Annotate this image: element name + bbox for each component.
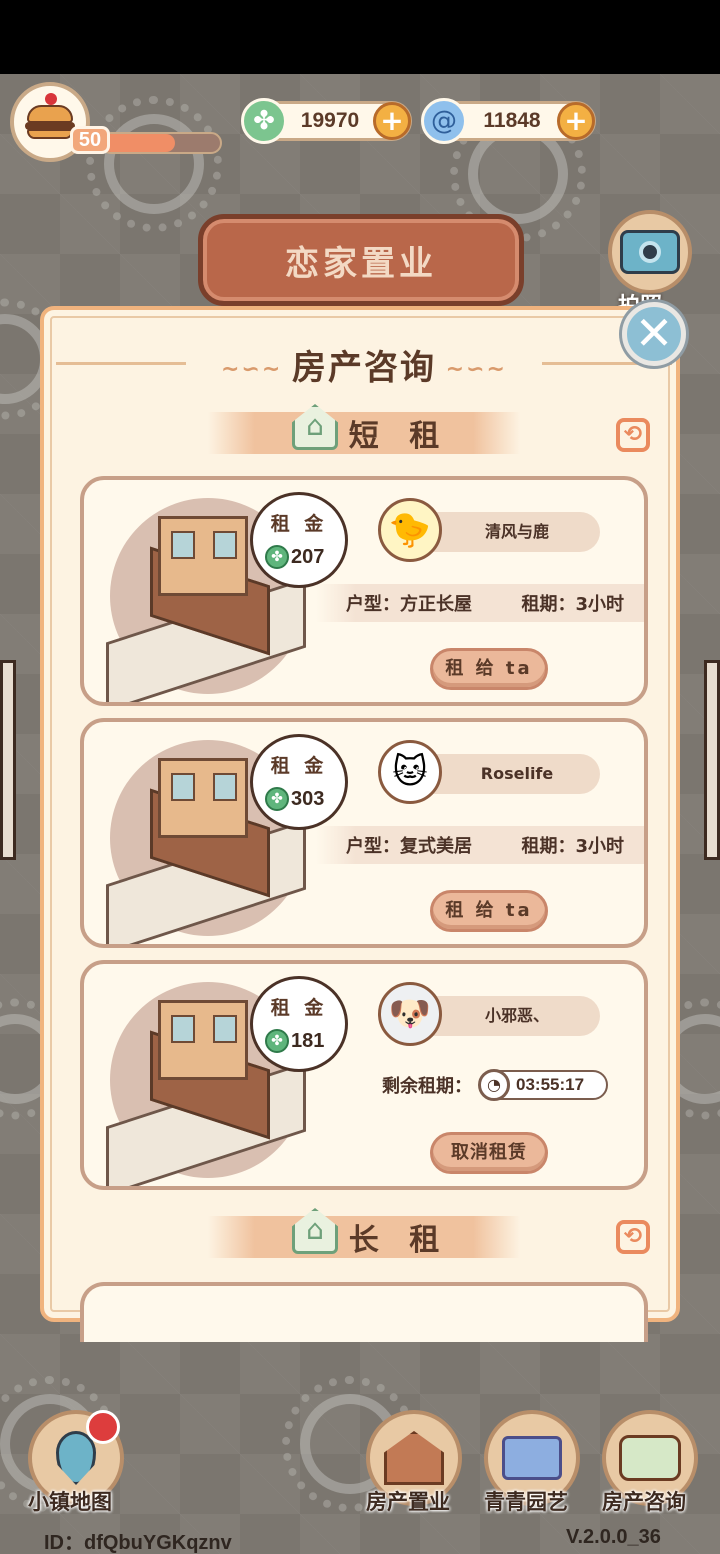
level-badge: 50 [70, 126, 110, 154]
rent-value: 181 [291, 1029, 325, 1052]
rental-card: 租 金 ✤ 181 小邪恶、 🐶 剩余租期： ◔ 03:55:17 取消租赁 [80, 960, 648, 1190]
clover-coin-icon: ✤ [265, 1029, 289, 1053]
clover-value: 19970 [300, 109, 360, 132]
property-info: 户型：复式美居 租期：3小时 [316, 826, 644, 864]
home-icon: ⌂ [292, 1208, 338, 1254]
section-long-term: ⌂ 长 租 [208, 1208, 520, 1258]
refresh-long-term-button[interactable]: ⟲ [616, 1220, 650, 1254]
chick-avatar: 🐤 [378, 498, 442, 562]
sun-decoration [104, 114, 204, 214]
panel-title-text: 房产咨询 [292, 348, 436, 388]
rent-label: 租 金 [270, 755, 328, 777]
add-clover-button[interactable]: + [373, 102, 411, 140]
consult-chat-icon [619, 1435, 681, 1481]
town-map-label: 小镇地图 [28, 1490, 112, 1514]
scene-post-right [704, 660, 720, 860]
rent-bubble: 租 金 ✤ 207 [250, 492, 348, 588]
countdown-timer: ◔ 03:55:17 [478, 1069, 608, 1101]
section-long-term-label: 长 租 [348, 1223, 450, 1258]
rental-card: 租 金 ✤ 303 Roselife 🐱 户型：复式美居 租期：3小时 租 给 t… [80, 718, 648, 948]
burger-icon [25, 93, 75, 139]
add-swirl-button[interactable]: + [557, 102, 595, 140]
rental-card-partial [80, 1282, 648, 1342]
refresh-short-term-button[interactable]: ⟲ [616, 418, 650, 452]
swirl-icon: @ [421, 98, 467, 144]
clover-coin-icon: ✤ [265, 545, 289, 569]
dog-avatar: 🐶 [378, 982, 442, 1046]
camera-icon [620, 230, 680, 274]
property-purchase-label: 房产置业 [366, 1490, 450, 1514]
garden-label: 青青园艺 [484, 1490, 568, 1514]
ornament-icon: ~∽~ [436, 357, 507, 382]
property-consult-panel: ~∽~ 房产咨询 ~∽~ ⌂ 短 租 ⟲ 租 金 ✤ 207 清风与鹿 🐤 户型：… [40, 306, 680, 1342]
swirl-currency: @ 11848 + [421, 98, 596, 144]
xp-progress-bar [100, 132, 222, 154]
rent-bubble: 租 金 ✤ 303 [250, 734, 348, 830]
agency-sign: 恋家置业 [198, 214, 524, 306]
clover-currency: ✤ 19970 + [241, 98, 412, 144]
scene-post-left [0, 660, 16, 860]
lease-period: 租期：3小时 [521, 594, 624, 615]
notification-dot [86, 1410, 120, 1444]
house-icon [384, 1431, 444, 1485]
rent-bubble: 租 金 ✤ 181 [250, 976, 348, 1072]
house-type: 户型：方正长屋 [346, 594, 472, 615]
rent-to-tenant-button[interactable]: 租 给 ta [430, 890, 548, 932]
remaining-time: 03:55:17 [516, 1075, 585, 1094]
close-button[interactable]: ✕ [622, 302, 686, 366]
lease-period: 租期：3小时 [521, 836, 624, 857]
cancel-lease-button[interactable]: 取消租赁 [430, 1132, 548, 1174]
rent-to-tenant-button[interactable]: 租 给 ta [430, 648, 548, 690]
panel-title: ~∽~ 房产咨询 ~∽~ [44, 340, 684, 389]
clover-icon: ✤ [241, 98, 287, 144]
camera-button[interactable] [608, 210, 692, 294]
remaining-lease: 剩余租期： ◔ 03:55:17 [382, 1069, 608, 1101]
house-type: 户型：复式美居 [346, 836, 472, 857]
map-pin-icon [56, 1431, 96, 1485]
rent-label: 租 金 [270, 513, 328, 535]
section-short-term: ⌂ 短 租 [208, 404, 520, 454]
sign-title: 恋家置业 [285, 243, 437, 284]
rental-card: 租 金 ✤ 207 清风与鹿 🐤 户型：方正长屋 租期：3小时 租 给 ta [80, 476, 648, 706]
rent-value: 207 [291, 545, 325, 568]
xp-progress-fill [102, 134, 176, 152]
ornament-icon: ~∽~ [221, 357, 292, 382]
property-info: 户型：方正长屋 租期：3小时 [316, 584, 644, 622]
cat-rose-avatar: 🐱 [378, 740, 442, 804]
clock-icon: ◔ [478, 1069, 510, 1101]
player-id: ID：dfQbuYGKqznv [44, 1532, 232, 1554]
rent-value: 303 [291, 787, 325, 810]
rent-label: 租 金 [270, 997, 328, 1019]
section-short-term-label: 短 租 [348, 419, 450, 454]
app-version: V.2.0.0_36 [566, 1526, 661, 1548]
clover-coin-icon: ✤ [265, 787, 289, 811]
property-consult-label: 房产咨询 [602, 1490, 686, 1514]
flower-cart-icon [502, 1436, 562, 1480]
status-bar [0, 0, 720, 74]
home-icon: ⌂ [292, 404, 338, 450]
remaining-label: 剩余租期： [382, 1076, 472, 1097]
swirl-value: 11848 [483, 109, 541, 132]
